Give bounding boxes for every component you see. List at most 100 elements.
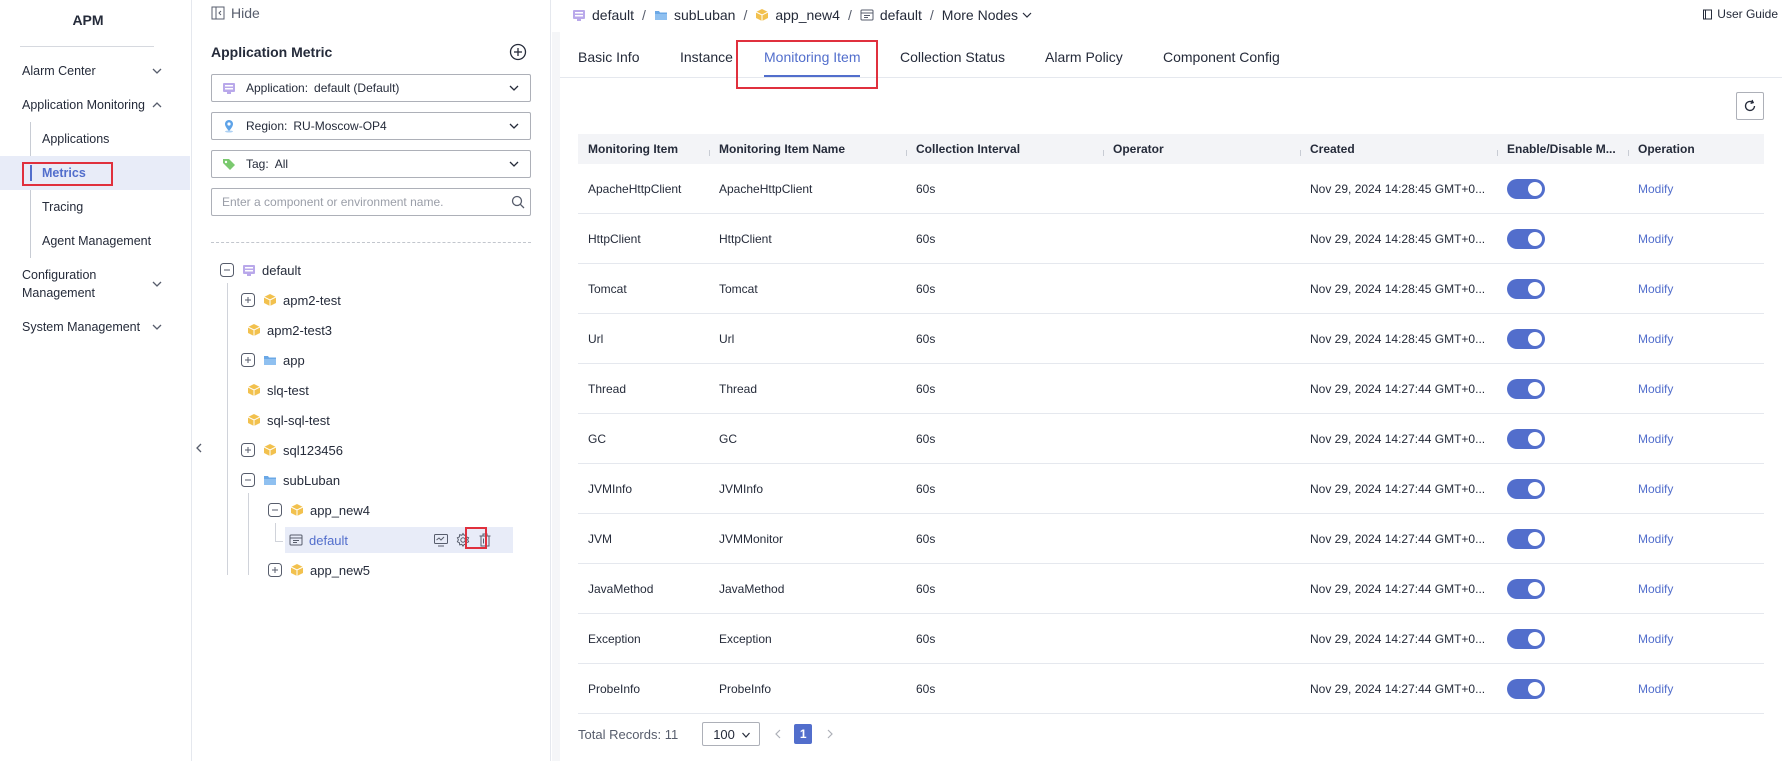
prev-page-button[interactable] xyxy=(770,726,786,742)
tree-node-env-default[interactable]: default xyxy=(285,527,513,553)
tree-node-sql-sql-test[interactable]: sql-sql-test xyxy=(247,407,330,433)
monitor-icon[interactable] xyxy=(433,532,449,548)
enable-toggle[interactable] xyxy=(1507,378,1545,399)
cell-enable-disable xyxy=(1497,628,1628,649)
tab-basic-info[interactable]: Basic Info xyxy=(578,49,639,65)
breadcrumb-environment[interactable]: default xyxy=(860,7,922,23)
modify-link[interactable]: Modify xyxy=(1638,382,1673,396)
tree-node-app-new5[interactable]: app_new5 xyxy=(268,557,370,583)
nav-alarm-center[interactable]: Alarm Center xyxy=(0,54,190,88)
modify-link[interactable]: Modify xyxy=(1638,682,1673,696)
table-row: Exception Exception 60s Nov 29, 2024 14:27:… xyxy=(578,614,1764,664)
tree-node-apm2-test3[interactable]: apm2-test3 xyxy=(247,317,332,343)
enable-toggle[interactable] xyxy=(1507,328,1545,349)
cell-enable-disable xyxy=(1497,278,1628,299)
nav-tracing[interactable]: Tracing xyxy=(30,190,190,224)
cell-collection-interval: 60s xyxy=(916,281,936,296)
breadcrumb-separator: / xyxy=(929,7,934,23)
region-select[interactable]: Region: RU-Moscow-OP4 xyxy=(211,112,531,140)
nav-metrics[interactable]: Metrics xyxy=(0,156,190,190)
tab-monitoring-item[interactable]: Monitoring Item xyxy=(764,49,861,77)
cell-created: Nov 29, 2024 14:27:44 GMT+0... xyxy=(1310,631,1486,646)
breadcrumb-subluban[interactable]: subLuban xyxy=(654,7,736,23)
tag-select[interactable]: Tag: All xyxy=(211,150,531,178)
tree-node-app[interactable]: app xyxy=(241,347,305,373)
delete-trash-icon[interactable] xyxy=(477,532,493,548)
tag-value: All xyxy=(274,157,289,171)
col-created[interactable]: Created xyxy=(1300,142,1497,156)
col-monitoring-item[interactable]: Monitoring Item xyxy=(578,142,709,156)
breadcrumb-label: subLuban xyxy=(673,7,736,23)
breadcrumb-app-new4[interactable]: app_new4 xyxy=(755,7,840,23)
refresh-button[interactable] xyxy=(1736,92,1764,120)
enable-toggle[interactable] xyxy=(1507,178,1545,199)
expand-node-icon[interactable] xyxy=(241,293,255,307)
cell-monitoring-item-name: Exception xyxy=(719,631,772,646)
add-circle-icon[interactable] xyxy=(509,43,527,61)
col-operator[interactable]: Operator xyxy=(1103,142,1300,156)
hide-button[interactable]: Hide xyxy=(211,5,260,21)
modify-link[interactable]: Modify xyxy=(1638,232,1673,246)
page-number-current[interactable]: 1 xyxy=(794,724,813,744)
expand-node-icon[interactable] xyxy=(241,443,255,457)
breadcrumb-application[interactable]: default xyxy=(572,7,634,23)
cell-monitoring-item: Tomcat xyxy=(588,281,627,296)
collapse-node-icon[interactable] xyxy=(220,263,234,277)
col-monitoring-item-name[interactable]: Monitoring Item Name xyxy=(709,142,906,156)
enable-toggle[interactable] xyxy=(1507,278,1545,299)
tab-instance[interactable]: Instance xyxy=(680,49,733,65)
modify-link[interactable]: Modify xyxy=(1638,282,1673,296)
modify-link[interactable]: Modify xyxy=(1638,482,1673,496)
col-collection-interval[interactable]: Collection Interval xyxy=(906,142,1103,156)
user-guide-link[interactable]: User Guide xyxy=(1702,7,1778,21)
cell-collection-interval: 60s xyxy=(916,531,936,546)
modify-link[interactable]: Modify xyxy=(1638,532,1673,546)
pagination: Total Records: 11 100 1 xyxy=(578,722,838,746)
collapse-node-icon[interactable] xyxy=(241,473,255,487)
modify-link[interactable]: Modify xyxy=(1638,182,1673,196)
settings-gear-icon[interactable] xyxy=(455,532,471,548)
breadcrumb-label: app_new4 xyxy=(775,7,840,23)
enable-toggle[interactable] xyxy=(1507,428,1545,449)
expand-node-icon[interactable] xyxy=(268,563,282,577)
enable-toggle[interactable] xyxy=(1507,678,1545,699)
nav-agent-management[interactable]: Agent Management xyxy=(30,224,190,258)
enable-toggle[interactable] xyxy=(1507,228,1545,249)
tree-node-default[interactable]: default xyxy=(220,257,301,283)
tab-alarm-policy[interactable]: Alarm Policy xyxy=(1045,49,1123,65)
nav-configuration-management-label: Configuration Management xyxy=(22,268,97,300)
application-select[interactable]: Application: default (Default) xyxy=(211,74,531,102)
collapse-node-icon[interactable] xyxy=(268,503,282,517)
tree-node-apm2-test[interactable]: apm2-test xyxy=(241,287,341,313)
table-header: Monitoring Item Monitoring Item Name Col… xyxy=(578,134,1764,164)
enable-toggle[interactable] xyxy=(1507,528,1545,549)
modify-link[interactable]: Modify xyxy=(1638,632,1673,646)
total-records: Total Records: 11 xyxy=(578,726,679,742)
next-page-button[interactable] xyxy=(822,726,838,742)
breadcrumb-label: default xyxy=(879,7,922,23)
modify-link[interactable]: Modify xyxy=(1638,332,1673,346)
page-size-select[interactable]: 100 xyxy=(702,722,761,746)
nav-application-monitoring[interactable]: Application Monitoring xyxy=(0,88,190,122)
col-operation[interactable]: Operation xyxy=(1628,142,1764,156)
modify-link[interactable]: Modify xyxy=(1638,582,1673,596)
tree-node-slq-test[interactable]: slq-test xyxy=(247,377,309,403)
enable-toggle[interactable] xyxy=(1507,478,1545,499)
modify-link[interactable]: Modify xyxy=(1638,432,1673,446)
tree-node-subluban[interactable]: subLuban xyxy=(241,467,340,493)
expand-node-icon[interactable] xyxy=(241,353,255,367)
cell-monitoring-item-name: ProbeInfo xyxy=(719,681,772,696)
more-nodes-dropdown[interactable]: More Nodes xyxy=(942,7,1033,23)
tab-component-config[interactable]: Component Config xyxy=(1163,49,1280,65)
component-search-input[interactable] xyxy=(211,188,531,216)
nav-system-management[interactable]: System Management xyxy=(0,310,190,344)
nav-configuration-management[interactable]: Configuration Management xyxy=(0,264,162,304)
enable-toggle[interactable] xyxy=(1507,628,1545,649)
tree-node-app-new4[interactable]: app_new4 xyxy=(268,497,370,523)
tab-collection-status[interactable]: Collection Status xyxy=(900,49,1005,65)
chevron-right-icon xyxy=(827,729,834,739)
tree-node-sql123456[interactable]: sql123456 xyxy=(241,437,343,463)
nav-applications[interactable]: Applications xyxy=(30,122,190,156)
enable-toggle[interactable] xyxy=(1507,578,1545,599)
col-enable-disable[interactable]: Enable/Disable M... xyxy=(1497,142,1628,156)
